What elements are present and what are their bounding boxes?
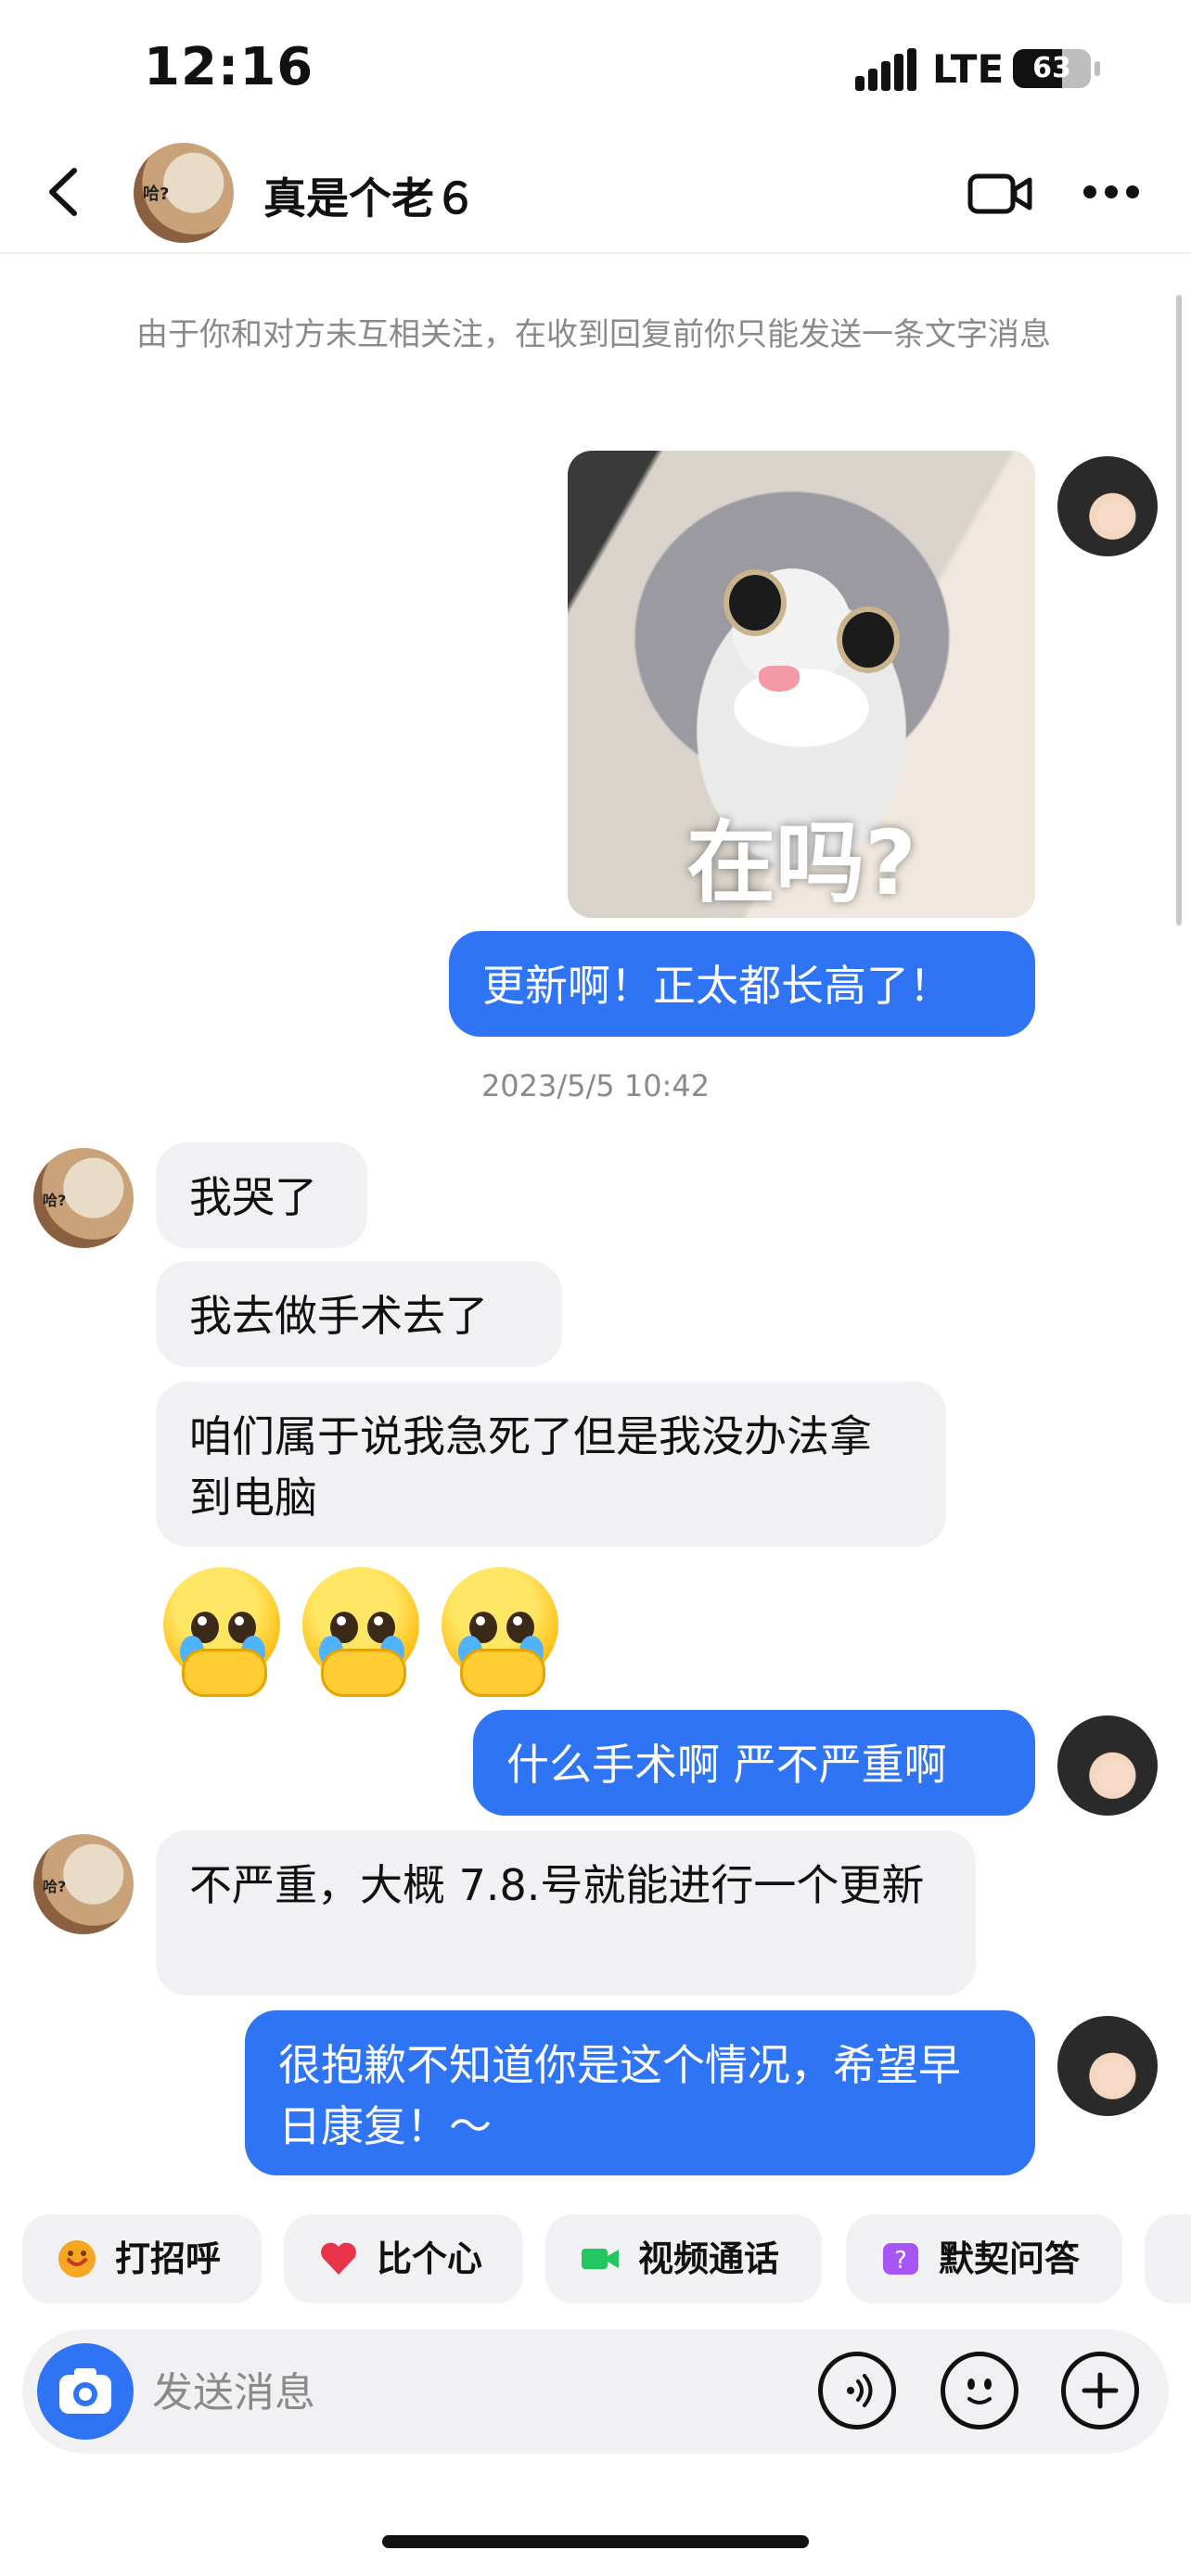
scrollbar[interactable] [1176,295,1182,925]
back-button[interactable] [37,159,93,224]
my-avatar[interactable] [1057,2016,1158,2116]
greet-button[interactable]: 打招呼 [22,2214,262,2303]
dot-icon [1083,185,1096,198]
dot-icon [1126,185,1139,198]
avatar-tag: 哈? [143,185,170,205]
contact-name: 真是个老６ [263,173,477,223]
dot-icon [1105,185,1118,198]
incoming-message[interactable]: 我去做手术去了 [156,1261,562,1367]
voice-button[interactable] [818,2352,896,2429]
contact-avatar[interactable]: 哈? [134,143,234,243]
more-options-button[interactable] [1082,184,1141,202]
incoming-message[interactable]: 不严重，大概 7.8.号就能进行一个更新 [156,1830,976,1996]
contact-avatar[interactable]: 哈? [33,1148,134,1248]
video-call-button[interactable] [967,167,1035,221]
network-type: LTE [932,46,1005,92]
quick-actions-bar: 打招呼 比个心 视频通话 ? 默契问答 [22,2214,1191,2303]
voice-wave-icon [847,2374,873,2407]
home-indicator[interactable] [382,2535,809,2548]
signal-icon [855,48,920,91]
cat-nose [759,666,800,692]
smiley-icon [967,2378,992,2404]
send-heart-button[interactable]: 比个心 [284,2214,523,2303]
my-avatar[interactable] [1057,1715,1158,1816]
tacit-quiz-button[interactable]: ? 默契问答 [846,2214,1122,2303]
chip-label: 打招呼 [115,2238,222,2279]
plus-icon [1082,2372,1119,2409]
chevron-left-icon [49,168,77,216]
battery-level: 63 [1032,52,1071,84]
message-timestamp: 2023/5/5 10:42 [480,1068,711,1103]
incoming-message[interactable]: 我哭了 [156,1142,367,1248]
chip-label: 视频通话 [638,2238,780,2279]
sticker-caption: 在吗? [686,811,916,915]
my-avatar[interactable] [1057,456,1158,556]
emoji-message[interactable] [156,1563,583,1697]
cat-sticker-image[interactable]: 在吗? [568,451,1035,918]
pleading-face-icon [295,1563,427,1697]
chat-header: 哈? 真是个老６ [0,139,1191,254]
avatar-tag: 哈? [43,1192,67,1210]
message-input[interactable] [150,2329,822,2455]
camera-button[interactable] [37,2343,134,2440]
video-camera-icon [582,2249,619,2269]
battery-icon: 63 [1013,49,1091,88]
svg-text:?: ? [894,2247,907,2275]
add-attachment-button[interactable] [1061,2352,1139,2429]
avatar-tag: 哈? [43,1878,67,1896]
pleading-face-icon [156,1563,288,1697]
status-time: 12:16 [144,37,314,97]
camera-icon [59,2368,111,2414]
cat-eye [837,606,900,673]
status-bar: 12:16 LTE 63 [0,0,1191,139]
outgoing-message[interactable]: 更新啊！正太都长高了！ [449,931,1035,1037]
contact-avatar[interactable]: 哈? [33,1834,134,1934]
follow-notice: 由于你和对方未互相关注，在收到回复前你只能发送一条文字消息 [136,316,1051,353]
video-camera-icon [967,173,1032,214]
heart-icon [321,2242,356,2275]
more-actions-chip[interactable] [1145,2214,1191,2303]
wave-hand-icon [58,2240,96,2277]
chip-label: 默契问答 [939,2238,1081,2279]
battery-cap [1095,61,1100,76]
outgoing-message[interactable]: 很抱歉不知道你是这个情况，希望早日康复！～ [245,2010,1035,2175]
phone-icon [1178,2238,1191,2280]
emoji-button[interactable] [941,2352,1018,2429]
pleading-face-icon [434,1563,566,1697]
message-composer [22,2329,1169,2455]
cat-eye [724,569,787,636]
incoming-message[interactable]: 咱们属于说我急死了但是我没办法拿到电脑 [156,1382,946,1547]
outgoing-message[interactable]: 什么手术啊 严不严重啊 [473,1710,1035,1816]
video-call-chip[interactable]: 视频通话 [545,2214,822,2303]
question-icon: ? [883,2243,918,2275]
chip-label: 比个心 [377,2238,483,2279]
